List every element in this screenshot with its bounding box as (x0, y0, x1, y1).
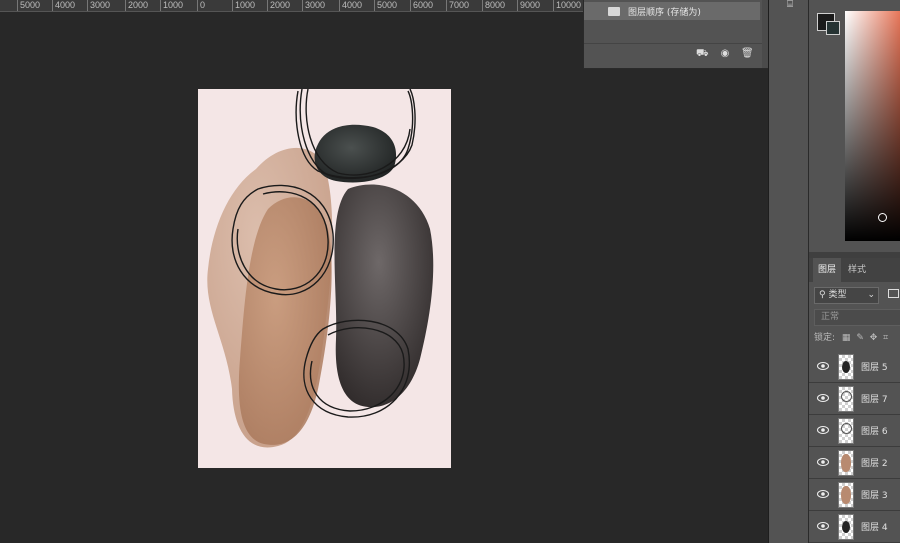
trash-icon[interactable]: 🗑 (741, 48, 754, 60)
visibility-eye-icon[interactable] (817, 489, 829, 499)
layer-name: 图层 5 (861, 363, 888, 373)
visibility-eye-icon[interactable] (817, 457, 829, 467)
lock-artboard-icon[interactable]: ⌗ (883, 333, 888, 343)
ruler-tick-label: 10000 (556, 0, 582, 10)
ruler-tick-label: 2000 (128, 0, 149, 10)
visibility-eye-icon[interactable] (817, 521, 829, 531)
ruler-tick (267, 0, 268, 11)
background-color-swatch[interactable] (826, 21, 840, 35)
layer-thumbnail (838, 514, 854, 540)
ruler-tick (446, 0, 447, 11)
ruler-tick-label: 5000 (377, 0, 398, 10)
layer-row[interactable]: 图层 2 (809, 447, 900, 479)
image-filter-icon[interactable] (888, 289, 899, 298)
search-icon: ⚲ (819, 290, 826, 300)
ruler-tick-label: 1000 (163, 0, 184, 10)
lock-transparency-icon[interactable]: ▦ (842, 333, 851, 343)
ruler-tick-label: 3000 (90, 0, 111, 10)
lock-move-icon[interactable]: ✥ (870, 333, 878, 343)
layer-row[interactable]: 图层 4 (809, 511, 900, 543)
layer-name: 图层 6 (861, 427, 888, 437)
ruler-tick (232, 0, 233, 11)
layer-filter-dropdown[interactable]: ⚲ 类型 ⌄ (814, 287, 879, 304)
ruler-tick (339, 0, 340, 11)
ruler-tick-label: 0 (200, 0, 206, 10)
ruler-tick (302, 0, 303, 11)
chevron-down-icon: ⌄ (867, 290, 875, 300)
horizontal-ruler[interactable]: 5000 4000 3000 2000 1000 0 1000 2000 3000 4000 500… (0, 0, 585, 12)
tab-styles[interactable]: 样式 (843, 258, 871, 282)
ruler-tick-label: 1000 (235, 0, 256, 10)
ruler-tick (52, 0, 53, 11)
color-picker-handle[interactable] (878, 213, 887, 222)
ruler-tick-label: 3000 (305, 0, 326, 10)
panel-divider (584, 43, 773, 44)
color-picker-field[interactable] (845, 11, 900, 241)
lock-row: 锁定: ▦ ✎ ✥ ⌗ (814, 331, 900, 346)
lock-label: 锁定: (814, 333, 836, 343)
blend-mode-dropdown[interactable]: 正常 (814, 309, 900, 326)
layer-name: 图层 7 (861, 395, 888, 405)
layer-row[interactable]: 图层 6 (809, 415, 900, 447)
ruler-tick-label: 8000 (485, 0, 506, 10)
camera-icon[interactable]: ◉ (719, 48, 731, 60)
visibility-eye-icon[interactable] (817, 425, 829, 435)
ruler-tick-label: 2000 (270, 0, 291, 10)
layer-row[interactable]: 图层 3 (809, 479, 900, 511)
blend-mode-label: 正常 (821, 312, 840, 322)
ruler-tick (125, 0, 126, 11)
ruler-tick-label: 6000 (413, 0, 434, 10)
layers-panel-tabs: 图层 样式 (809, 258, 900, 282)
lock-paint-icon[interactable]: ✎ (856, 333, 864, 343)
ruler-tick (17, 0, 18, 11)
layer-thumbnail (838, 354, 854, 380)
action-toggle-checkbox[interactable] (589, 6, 599, 16)
tab-layers[interactable]: 图层 (813, 258, 842, 282)
ruler-tick-label: 9000 (520, 0, 541, 10)
action-item[interactable]: 图层顺序 (存储为) (584, 2, 760, 20)
ruler-tick-label: 4000 (342, 0, 363, 10)
layer-thumbnail (838, 450, 854, 476)
grey-stone (334, 184, 434, 408)
layer-row[interactable]: 图层 7 (809, 383, 900, 415)
ruler-tick (553, 0, 554, 11)
visibility-eye-icon[interactable] (817, 393, 829, 403)
layer-name: 图层 2 (861, 459, 888, 469)
document-canvas[interactable] (198, 89, 451, 468)
panel-icon[interactable]: ⌸ (787, 0, 801, 12)
layer-thumbnail (838, 418, 854, 444)
layer-name: 图层 3 (861, 491, 888, 501)
action-item-label: 图层顺序 (存储为) (628, 7, 701, 18)
layer-name: 图层 4 (861, 523, 888, 533)
ruler-tick (517, 0, 518, 11)
folder-icon (608, 6, 620, 16)
ruler-tick (410, 0, 411, 11)
filter-label: 类型 (828, 290, 847, 300)
artwork (207, 89, 434, 448)
ruler-tick-label: 5000 (20, 0, 41, 10)
ruler-tick (374, 0, 375, 11)
ruler-tick (160, 0, 161, 11)
ruler-tick (482, 0, 483, 11)
layer-thumbnail (838, 386, 854, 412)
ruler-tick-label: 7000 (449, 0, 470, 10)
layer-row[interactable]: 图层 5 (809, 351, 900, 383)
layer-thumbnail (838, 482, 854, 508)
ruler-tick (197, 0, 198, 11)
visibility-eye-icon[interactable] (817, 361, 829, 371)
new-set-icon[interactable]: ⛟ (696, 48, 709, 60)
ruler-tick-label: 4000 (55, 0, 76, 10)
actions-panel: 图层顺序 (存储为) ⛟ ◉ 🗑 (583, 0, 774, 69)
collapsed-panel-strip: ⌸ (769, 0, 809, 543)
ruler-tick (87, 0, 88, 11)
